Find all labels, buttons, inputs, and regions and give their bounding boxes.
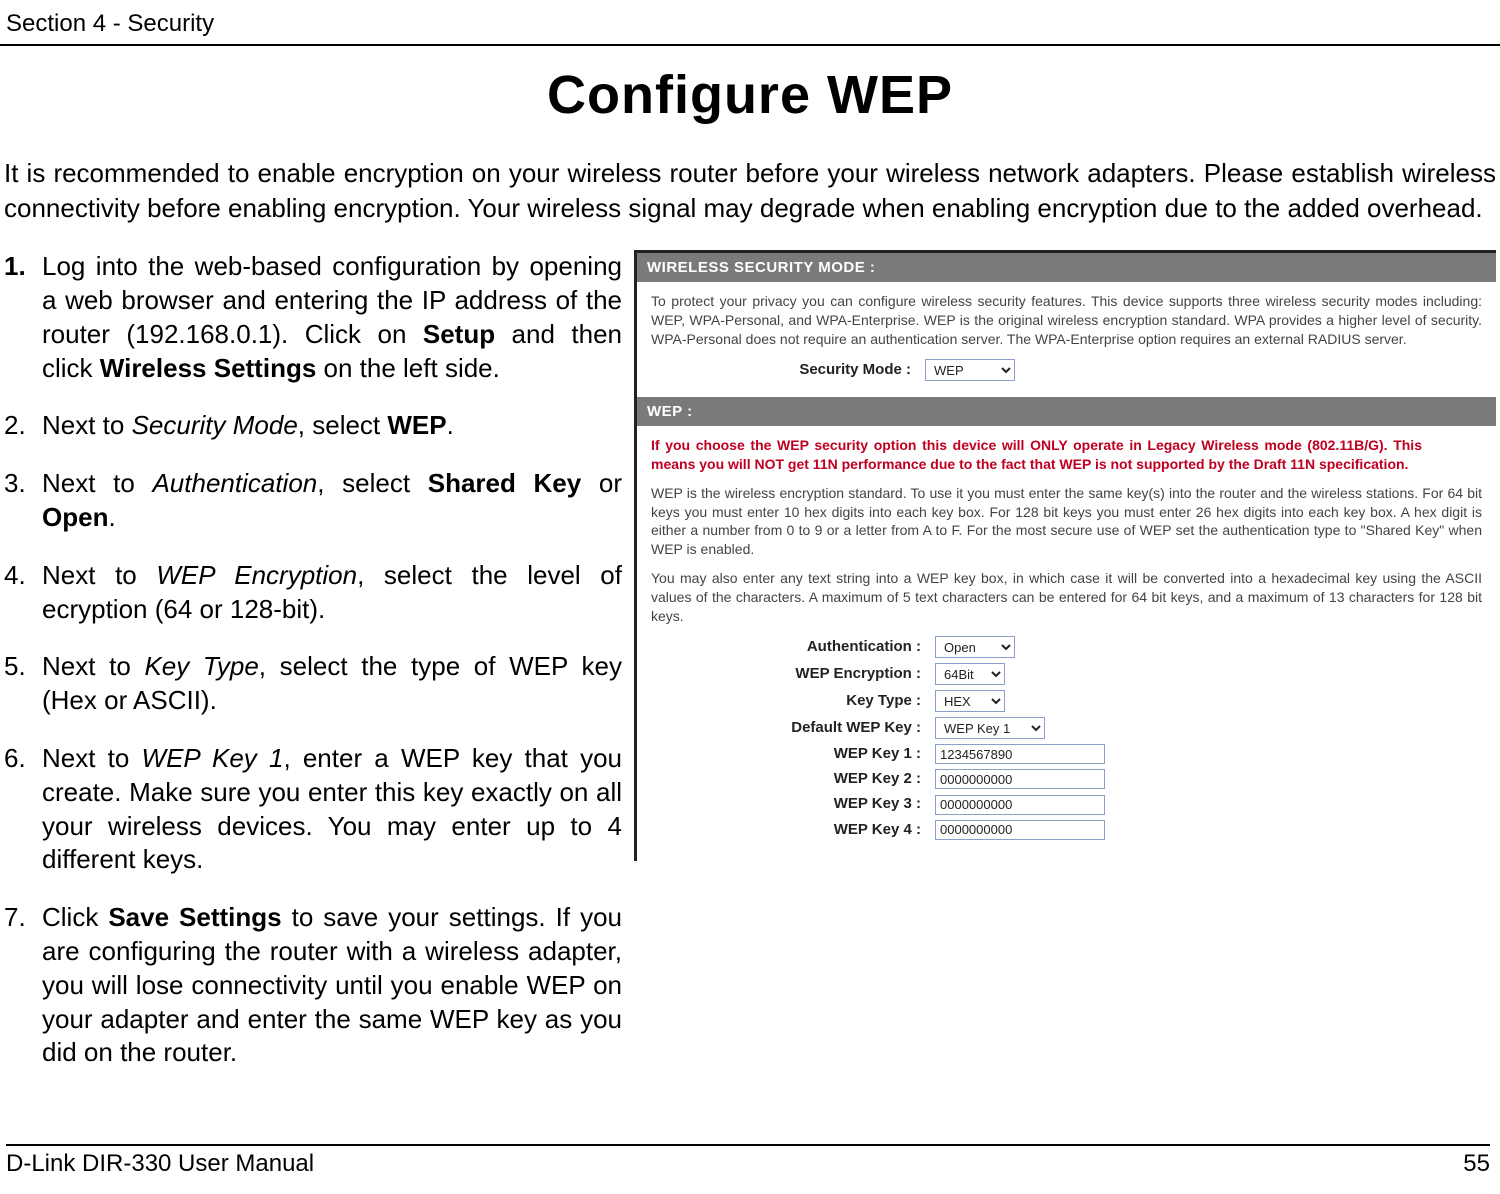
kw-save-settings: Save Settings — [108, 902, 281, 932]
panel-wep-header: WEP : — [637, 397, 1496, 426]
wep-key-3-input[interactable] — [935, 795, 1105, 815]
text: . — [108, 502, 115, 532]
kw-wireless-settings: Wireless Settings — [100, 353, 317, 383]
authentication-select[interactable]: Open — [935, 636, 1015, 658]
kw-security-mode: Security Mode — [132, 410, 298, 440]
wep-description-1: WEP is the wireless encryption standard.… — [651, 484, 1482, 560]
step-number: 4. — [4, 559, 42, 627]
key-type-label: Key Type : — [651, 691, 935, 711]
default-wep-key-label: Default WEP Key : — [651, 718, 935, 738]
kw-wep-key-1: WEP Key 1 — [142, 743, 284, 773]
step-7: 7. Click Save Settings to save your sett… — [4, 901, 622, 1070]
kw-setup: Setup — [423, 319, 495, 349]
text: , select — [298, 410, 388, 440]
footer-page-number: 55 — [1463, 1150, 1490, 1178]
kw-shared-key: Shared Key — [428, 468, 582, 498]
kw-wep: WEP — [387, 410, 446, 440]
text: Next to — [42, 410, 132, 440]
step-number: 1. — [4, 250, 42, 385]
default-wep-key-select[interactable]: WEP Key 1 — [935, 717, 1045, 739]
step-5: 5. Next to Key Type, select the type of … — [4, 650, 622, 718]
text: Next to — [42, 468, 152, 498]
footer-manual-name: D-Link DIR-330 User Manual — [6, 1150, 314, 1178]
header-rule — [0, 44, 1500, 46]
authentication-label: Authentication : — [651, 637, 935, 657]
text: Click — [42, 902, 108, 932]
step-number: 2. — [4, 409, 42, 443]
intro-paragraph: It is recommended to enable encryption o… — [4, 156, 1496, 226]
wep-key-2-input[interactable] — [935, 769, 1105, 789]
step-2: 2. Next to Security Mode, select WEP. — [4, 409, 622, 443]
wep-key-3-label: WEP Key 3 : — [651, 794, 935, 814]
step-number: 3. — [4, 467, 42, 535]
footer-rule — [6, 1144, 1490, 1146]
text: , select — [317, 468, 427, 498]
wep-encryption-select[interactable]: 64Bit — [935, 663, 1005, 685]
wep-warning-text: If you choose the WEP security option th… — [651, 436, 1482, 474]
kw-wep-encryption: WEP Encryption — [156, 560, 357, 590]
steps-list: 1. Log into the web-based configuration … — [4, 250, 622, 1094]
step-6: 6. Next to WEP Key 1, enter a WEP key th… — [4, 742, 622, 877]
step-number: 7. — [4, 901, 42, 1070]
text: Next to — [42, 743, 142, 773]
wep-encryption-label: WEP Encryption : — [651, 664, 935, 684]
page-footer: D-Link DIR-330 User Manual 55 — [0, 1140, 1500, 1178]
wep-key-1-label: WEP Key 1 : — [651, 744, 935, 764]
wep-key-4-label: WEP Key 4 : — [651, 820, 935, 840]
panel-wireless-security-mode-text: To protect your privacy you can configur… — [651, 292, 1482, 349]
wep-key-4-input[interactable] — [935, 820, 1105, 840]
step-number: 5. — [4, 650, 42, 718]
step-number: 6. — [4, 742, 42, 877]
wep-key-2-label: WEP Key 2 : — [651, 769, 935, 789]
text: or — [581, 468, 622, 498]
key-type-select[interactable]: HEX — [935, 690, 1005, 712]
kw-authentication: Authentication — [152, 468, 317, 498]
text: . — [447, 410, 454, 440]
text: Next to — [42, 560, 156, 590]
panel-wireless-security-mode-header: WIRELESS SECURITY MODE : — [637, 253, 1496, 282]
security-mode-select[interactable]: WEP — [925, 359, 1015, 381]
router-ui-screenshot: WIRELESS SECURITY MODE : To protect your… — [634, 250, 1496, 861]
step-4: 4. Next to WEP Encryption, select the le… — [4, 559, 622, 627]
step-3: 3. Next to Authentication, select Shared… — [4, 467, 622, 535]
security-mode-label: Security Mode : — [651, 360, 925, 380]
text: Next to — [42, 651, 144, 681]
wep-description-2: You may also enter any text string into … — [651, 569, 1482, 626]
text: on the left side. — [316, 353, 500, 383]
page-title: Configure WEP — [0, 64, 1500, 126]
kw-open: Open — [42, 502, 108, 532]
step-1: 1. Log into the web-based configuration … — [4, 250, 622, 385]
section-header: Section 4 - Security — [0, 10, 1500, 44]
wep-key-1-input[interactable] — [935, 744, 1105, 764]
kw-key-type: Key Type — [144, 651, 258, 681]
